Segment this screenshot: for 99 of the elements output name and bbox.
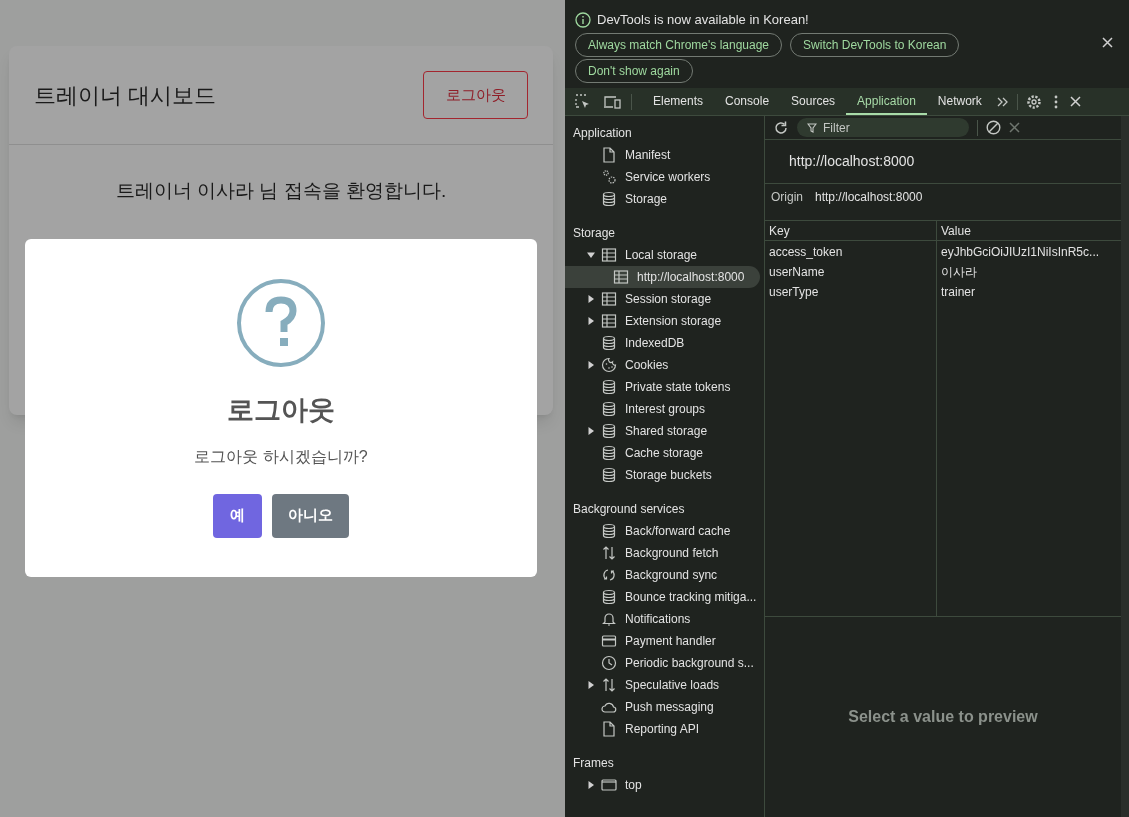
logout-button[interactable]: 로그아웃 (423, 71, 528, 119)
expand-arrow-icon[interactable] (587, 295, 595, 303)
sidebar-item[interactable]: Background sync (565, 564, 760, 586)
sidebar-item[interactable]: IndexedDB (565, 332, 760, 354)
filter-icon (807, 123, 817, 133)
cookie-icon (601, 357, 617, 373)
table-icon (601, 313, 617, 329)
close-icon[interactable] (1069, 96, 1081, 107)
close-icon[interactable] (1102, 37, 1113, 48)
table-icon (613, 269, 629, 285)
origin-title: http://localhost:8000 (789, 152, 915, 171)
sidebar-item[interactable]: top (565, 774, 760, 796)
sidebar-item[interactable]: Session storage (565, 288, 760, 310)
sidebar-item[interactable]: Interest groups (565, 398, 760, 420)
column-header[interactable]: Value (937, 221, 1121, 240)
sidebar-item[interactable]: Service workers (565, 166, 760, 188)
sync-icon (601, 567, 617, 583)
sidebar-item[interactable]: http://localhost:8000 (565, 266, 760, 288)
sidebar-item[interactable]: Local storage (565, 244, 760, 266)
table-cell-text: userType (768, 284, 820, 301)
file-icon (601, 147, 617, 163)
settings-icon[interactable] (1025, 93, 1042, 110)
page-title: 트레이너 대시보드 (34, 81, 217, 110)
sidebar-item[interactable]: Cache storage (565, 442, 760, 464)
welcome-message: 트레이너 이사라 님 접속을 환영합니다. (114, 179, 448, 203)
up-down-arrows-icon (601, 677, 617, 693)
sidebar-heading: Background services (572, 501, 686, 518)
dialog-title: 로그아웃 (227, 394, 335, 427)
confirm-button[interactable]: 예 (213, 493, 262, 538)
origin-label: Origin (771, 189, 803, 206)
sidebar-heading: Frames (572, 755, 615, 772)
question-icon (236, 278, 326, 368)
more-options-icon[interactable] (1053, 94, 1058, 109)
sidebar-item[interactable]: Storage buckets (565, 464, 760, 486)
sidebar-item[interactable]: Push messaging (565, 696, 760, 718)
filter-field[interactable]: Filter (797, 118, 969, 137)
table-cell-text: access_token (768, 244, 844, 261)
table-cell-text: eyJhbGciOiJIUzI1NiIsInR5c... (940, 244, 1101, 261)
sidebar-item[interactable]: Back/forward cache (565, 520, 760, 542)
expand-arrow-icon[interactable] (587, 427, 595, 435)
sidebar-item[interactable]: Storage (565, 188, 760, 210)
table-icon (601, 247, 617, 263)
database-icon (601, 191, 617, 207)
cancel-button[interactable]: 아니오 (272, 493, 349, 538)
infobar-message: DevTools is now available in Korean! (597, 11, 809, 29)
database-icon (601, 423, 617, 439)
sidebar-item[interactable]: Background fetch (565, 542, 760, 564)
delete-icon[interactable] (1009, 122, 1020, 133)
expand-arrow-icon[interactable] (587, 681, 595, 689)
sidebar-heading: Storage (572, 225, 617, 242)
gears-icon (601, 169, 617, 185)
panel-tab[interactable]: Console (714, 88, 781, 115)
table-cell-text: trainer (940, 284, 976, 301)
sidebar-item[interactable]: Notifications (565, 608, 760, 630)
table-icon (601, 291, 617, 307)
preview-hint: Select a value to preview (848, 707, 1038, 727)
file-icon (601, 721, 617, 737)
more-tabs-icon[interactable] (996, 96, 1009, 107)
info-icon (575, 11, 591, 28)
refresh-icon[interactable] (773, 119, 789, 136)
device-icon[interactable] (603, 93, 621, 110)
sidebar-item[interactable]: Periodic background s... (565, 652, 760, 674)
frame-icon (601, 777, 617, 793)
collapse-arrow-icon[interactable] (587, 251, 595, 259)
clock-icon (601, 655, 617, 671)
sidebar-item[interactable]: Bounce tracking mitiga... (565, 586, 760, 608)
origin-value: http://localhost:8000 (815, 189, 923, 206)
database-icon (601, 523, 617, 539)
bell-icon (601, 611, 617, 627)
panel-tab[interactable]: Application (846, 88, 927, 115)
database-icon (601, 589, 617, 605)
sidebar-item[interactable]: Manifest (565, 144, 760, 166)
sidebar-heading: Application (572, 125, 633, 142)
database-icon (601, 379, 617, 395)
expand-arrow-icon[interactable] (587, 361, 595, 369)
table-cell-text: 이사라 (940, 264, 978, 281)
sidebar-item[interactable]: Payment handler (565, 630, 760, 652)
database-icon (601, 401, 617, 417)
panel-tab[interactable]: Elements (642, 88, 715, 115)
sidebar-item[interactable]: Speculative loads (565, 674, 760, 696)
dialog-message: 로그아웃 하시겠습니까? (194, 446, 368, 467)
expand-arrow-icon[interactable] (587, 781, 595, 789)
card-icon (601, 633, 617, 649)
inspect-icon[interactable] (575, 93, 591, 110)
database-icon (601, 467, 617, 483)
sidebar-item[interactable]: Extension storage (565, 310, 760, 332)
up-down-arrows-icon (601, 545, 617, 561)
sidebar-item[interactable]: Private state tokens (565, 376, 760, 398)
sidebar-item[interactable]: Shared storage (565, 420, 760, 442)
database-icon (601, 445, 617, 461)
panel-tab[interactable]: Sources (780, 88, 847, 115)
column-header[interactable]: Key (765, 221, 937, 240)
clear-all-icon[interactable] (986, 120, 1001, 135)
sidebar-item[interactable]: Reporting API (565, 718, 760, 740)
panel-tab[interactable]: Network (926, 88, 993, 115)
expand-arrow-icon[interactable] (587, 317, 595, 325)
sidebar-item[interactable]: Cookies (565, 354, 760, 376)
database-icon (601, 335, 617, 351)
table-cell-text: userName (768, 264, 826, 281)
